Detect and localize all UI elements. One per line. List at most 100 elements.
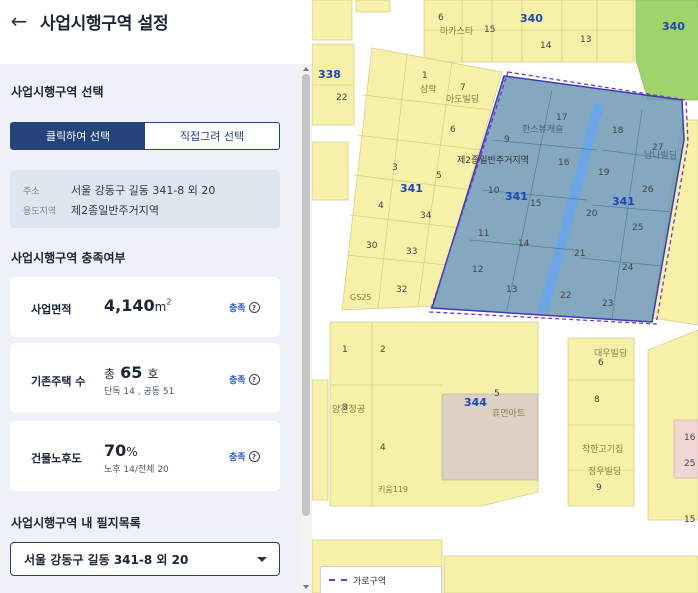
parcel-list-dropdown[interactable]: 서울 강동구 길동 341-8 외 20 xyxy=(10,542,280,576)
svg-text:9: 9 xyxy=(596,483,602,493)
svg-text:13: 13 xyxy=(580,35,591,45)
place-label: 키움119 xyxy=(378,485,408,494)
map-legend: 가로구역 xyxy=(320,566,442,593)
scrollbar-thumb[interactable] xyxy=(302,74,310,516)
block-label: 344 xyxy=(464,396,487,409)
svg-text:10: 10 xyxy=(488,186,500,196)
housing-status-text: 충족 xyxy=(229,376,246,386)
svg-text:15: 15 xyxy=(530,199,541,209)
parcel-map[interactable]: 340 340 338 341 341 341 344 제2종일반주거지역 삼락… xyxy=(312,0,698,593)
header-bar: ← 사업시행구역 설정 xyxy=(0,0,312,42)
svg-text:14: 14 xyxy=(540,41,552,51)
housing-detail: 단독 14 , 공동 51 xyxy=(104,387,175,397)
svg-text:2: 2 xyxy=(380,345,386,355)
map-canvas[interactable]: 340 340 338 341 341 341 344 제2종일반주거지역 삼락… xyxy=(312,0,698,593)
svg-text:25: 25 xyxy=(684,459,695,469)
building[interactable] xyxy=(673,419,698,479)
place-label: GS25 xyxy=(350,293,371,302)
area-status: 충족? xyxy=(229,301,260,314)
area-value: 4,140 xyxy=(104,296,155,315)
aging-detail: 노후 14/전체 20 xyxy=(104,465,169,475)
svg-text:15: 15 xyxy=(484,25,495,35)
svg-text:3: 3 xyxy=(342,403,348,413)
area-label: 사업면적 xyxy=(31,303,72,316)
svg-text:17: 17 xyxy=(556,113,567,123)
parcel[interactable] xyxy=(312,141,349,201)
aging-status: 충족? xyxy=(229,450,260,463)
place-label: 착한고기집 xyxy=(582,443,623,455)
aging-status-text: 충족 xyxy=(229,453,246,463)
zone-key: 용도지역 xyxy=(23,206,57,217)
svg-text:9: 9 xyxy=(504,135,510,145)
tab-draw-select[interactable]: 직접그려 선택 xyxy=(145,123,279,149)
zone-label: 제2종일반주거지역 xyxy=(457,155,529,166)
legend-label: 가로구역 xyxy=(353,576,387,587)
block-label: 338 xyxy=(318,68,341,81)
svg-text:16: 16 xyxy=(558,158,570,168)
place-label: 양천정공 xyxy=(332,404,365,415)
building[interactable] xyxy=(441,393,539,481)
selection-mode-toggle: 클릭하여 선택 직접그려 선택 xyxy=(10,122,280,150)
svg-text:1: 1 xyxy=(422,71,428,81)
back-arrow-icon[interactable]: ← xyxy=(10,11,28,31)
section-title-area-select: 사업시행구역 선택 xyxy=(11,85,104,99)
housing-value-group: 총 65 호 xyxy=(104,363,159,382)
svg-text:18: 18 xyxy=(612,126,624,136)
svg-text:22: 22 xyxy=(560,291,571,301)
parcel[interactable] xyxy=(312,0,353,41)
area-unit-sup: 2 xyxy=(166,297,172,307)
svg-text:26: 26 xyxy=(642,185,654,195)
place-label: 한스뷰캐슬 xyxy=(522,124,563,135)
area-status-text: 충족 xyxy=(229,304,246,314)
block-label: 341 xyxy=(400,182,423,195)
scrollbar[interactable] xyxy=(300,64,312,593)
svg-text:33: 33 xyxy=(406,247,417,257)
block-label: 340 xyxy=(662,20,685,33)
svg-text:6: 6 xyxy=(598,358,604,368)
svg-text:8: 8 xyxy=(594,395,600,405)
block-label: 341 xyxy=(612,195,635,208)
place-label: 마카스타 xyxy=(440,26,474,37)
tab-click-select[interactable]: 클릭하여 선택 xyxy=(11,123,145,149)
legend-dashed-line-icon xyxy=(329,579,347,581)
svg-text:27: 27 xyxy=(652,143,663,153)
criteria-card-housing: 기존주택 수 총 65 호 단독 14 , 공동 51 충족? xyxy=(10,343,280,413)
area-unit: m xyxy=(154,300,167,314)
svg-text:6: 6 xyxy=(438,13,444,23)
svg-text:19: 19 xyxy=(598,168,610,178)
aging-unit: % xyxy=(126,445,138,459)
section-title-criteria: 사업시행구역 충족여부 xyxy=(11,251,126,265)
place-label: 휴먼아트 xyxy=(492,408,525,419)
criteria-card-aging: 건물노후도 70% 노후 14/전체 20 충족? xyxy=(10,421,280,491)
question-circle-icon[interactable]: ? xyxy=(248,302,260,313)
svg-text:5: 5 xyxy=(494,389,500,399)
svg-text:1: 1 xyxy=(342,345,348,355)
svg-text:34: 34 xyxy=(420,211,432,221)
block-label: 341 xyxy=(505,190,528,203)
block-338[interactable] xyxy=(312,43,355,126)
svg-text:15: 15 xyxy=(684,515,695,525)
area-value-group: 4,140m2 xyxy=(104,296,171,315)
svg-text:13: 13 xyxy=(506,285,517,295)
aging-value-group: 70% xyxy=(104,441,138,460)
block-label: 340 xyxy=(520,12,543,25)
zone-value: 제2종일반주거지역 xyxy=(71,204,159,217)
svg-text:24: 24 xyxy=(622,263,634,273)
parcel[interactable] xyxy=(355,0,391,13)
parcel-list-selected: 서울 강동구 길동 341-8 외 20 xyxy=(24,552,189,567)
chevron-down-icon xyxy=(257,557,267,562)
svg-text:4: 4 xyxy=(378,201,384,211)
svg-text:11: 11 xyxy=(478,229,489,239)
svg-text:22: 22 xyxy=(336,93,347,103)
page-title: 사업시행구역 설정 xyxy=(40,13,169,34)
svg-text:3: 3 xyxy=(392,163,398,173)
scroll-down-icon[interactable] xyxy=(303,585,309,589)
park-area[interactable] xyxy=(635,0,698,101)
scroll-up-icon[interactable] xyxy=(303,67,309,71)
question-circle-icon[interactable]: ? xyxy=(248,451,260,462)
svg-text:5: 5 xyxy=(436,171,442,181)
address-value: 서울 강동구 길동 341-8 외 20 xyxy=(71,184,216,197)
aging-value: 70 xyxy=(104,441,127,460)
question-circle-icon[interactable]: ? xyxy=(248,374,260,385)
svg-text:32: 32 xyxy=(396,285,407,295)
